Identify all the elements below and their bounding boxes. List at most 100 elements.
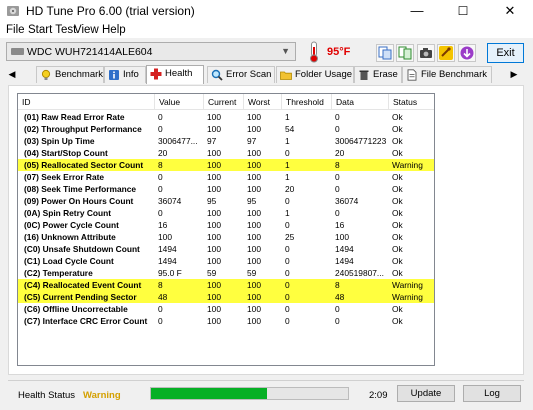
cell-worst: 100	[247, 316, 261, 326]
table-row[interactable]: (03) Spin Up Time 3006477... 97 97 1 30064771…	[18, 135, 434, 147]
save-button[interactable]	[396, 44, 414, 62]
cell-data: 1494	[335, 244, 354, 254]
menu-start-test[interactable]: Start Test	[28, 22, 76, 38]
copy-icon	[378, 46, 392, 60]
cell-worst: 100	[247, 172, 261, 182]
update-button[interactable]: Update	[397, 385, 455, 402]
cell-current: 100	[207, 316, 221, 326]
download-button[interactable]	[458, 44, 476, 62]
chevron-down-icon: ▼	[281, 46, 290, 56]
menu-view[interactable]: View	[74, 22, 99, 38]
magnifier-icon	[211, 69, 223, 81]
cell-status: Ok	[392, 184, 403, 194]
cell-value: 1494	[158, 256, 177, 266]
cell-worst: 100	[247, 232, 261, 242]
cell-worst: 95	[247, 196, 257, 206]
cell-worst: 100	[247, 280, 261, 290]
tab-benchmark[interactable]: Benchmark	[36, 66, 104, 83]
exit-button[interactable]: Exit	[487, 43, 524, 63]
cell-threshold: 0	[285, 220, 290, 230]
cell-worst: 100	[247, 160, 261, 170]
cell-id: (C4) Reallocated Event Count	[24, 280, 142, 290]
cell-current: 100	[207, 220, 221, 230]
maximize-button[interactable]: ☐	[440, 0, 486, 22]
copy-button[interactable]	[376, 44, 394, 62]
table-row[interactable]: (C4) Reallocated Event Count 8 100 100 0 8 War…	[18, 279, 434, 291]
table-row[interactable]: (04) Start/Stop Count 20 100 100 0 20 Ok	[18, 147, 434, 159]
column-header-id[interactable]: ID	[18, 94, 155, 109]
table-row[interactable]: (08) Seek Time Performance 0 100 100 20 0 Ok	[18, 183, 434, 195]
cell-worst: 100	[247, 112, 261, 122]
column-header-status[interactable]: Status	[389, 94, 434, 109]
table-row[interactable]: (C0) Unsafe Shutdown Count 1494 100 100 0 149…	[18, 243, 434, 255]
table-row[interactable]: (05) Reallocated Sector Count 8 100 100 1 8 Wa…	[18, 159, 434, 171]
smart-attributes-table[interactable]: ID Value Current Worst Threshold Data St…	[17, 93, 435, 366]
cell-status: Ok	[392, 112, 403, 122]
cell-value: 0	[158, 184, 163, 194]
cell-value: 48	[158, 292, 168, 302]
column-header-value[interactable]: Value	[155, 94, 204, 109]
info-icon	[109, 70, 119, 80]
cell-value: 0	[158, 304, 163, 314]
table-row[interactable]: (C1) Load Cycle Count 1494 100 100 0 1494 Ok	[18, 255, 434, 267]
cell-status: Ok	[392, 244, 403, 254]
camera-icon	[420, 48, 432, 58]
drive-select[interactable]: WDC WUH721414ALE604 ▼	[6, 42, 296, 61]
table-row[interactable]: (02) Throughput Performance 0 100 100 54 0 Ok	[18, 123, 434, 135]
tab-folder-usage[interactable]: Folder Usage	[276, 66, 354, 83]
column-header-data[interactable]: Data	[332, 94, 389, 109]
cell-value: 1494	[158, 244, 177, 254]
window-title: HD Tune Pro 6.00 (trial version)	[26, 4, 195, 18]
cell-threshold: 0	[285, 256, 290, 266]
cell-worst: 100	[247, 208, 261, 218]
options-button[interactable]	[437, 44, 455, 62]
table-header: ID Value Current Worst Threshold Data St…	[18, 94, 434, 110]
menu-bar: File Start Test View Help	[0, 22, 533, 38]
column-header-current[interactable]: Current	[204, 94, 244, 109]
cell-threshold: 0	[285, 268, 290, 278]
cell-data: 8	[335, 160, 340, 170]
table-row[interactable]: (C6) Offline Uncorrectable 0 100 100 0 0 Ok	[18, 303, 434, 315]
cell-threshold: 0	[285, 304, 290, 314]
screenshot-button[interactable]	[417, 44, 435, 62]
health-status-label: Health Status	[18, 390, 76, 401]
tab-error-scan[interactable]: Error Scan	[207, 66, 275, 83]
tab-scroll-left-icon[interactable]: ◀	[6, 66, 18, 83]
cell-id: (C0) Unsafe Shutdown Count	[24, 244, 140, 254]
column-header-threshold[interactable]: Threshold	[282, 94, 332, 109]
tab-erase[interactable]: Erase	[354, 66, 402, 83]
cell-id: (09) Power On Hours Count	[24, 196, 134, 206]
cell-data: 30064771223	[335, 136, 387, 146]
cell-value: 0	[158, 316, 163, 326]
close-button[interactable]: ✕	[487, 0, 533, 22]
table-row[interactable]: (07) Seek Error Rate 0 100 100 1 0 Ok	[18, 171, 434, 183]
tab-scroll-right-icon[interactable]: ▶	[508, 66, 520, 83]
log-button[interactable]: Log	[463, 385, 521, 402]
table-row[interactable]: (C2) Temperature 95.0 F 59 59 0 240519807... O…	[18, 267, 434, 279]
column-header-worst[interactable]: Worst	[244, 94, 282, 109]
table-row[interactable]: (09) Power On Hours Count 36074 95 95 0 36074…	[18, 195, 434, 207]
minimize-button[interactable]: —	[394, 0, 440, 22]
cell-current: 100	[207, 280, 221, 290]
cell-data: 16	[335, 220, 345, 230]
table-row[interactable]: (C5) Current Pending Sector 48 100 100 0 48 Wa…	[18, 291, 434, 303]
cell-threshold: 25	[285, 232, 295, 242]
tab-health[interactable]: Health	[146, 65, 204, 84]
cell-value: 20	[158, 148, 168, 158]
cell-status: Ok	[392, 136, 403, 146]
cell-worst: 100	[247, 220, 261, 230]
table-row[interactable]: (0A) Spin Retry Count 0 100 100 1 0 Ok	[18, 207, 434, 219]
table-row[interactable]: (0C) Power Cycle Count 16 100 100 0 16 Ok	[18, 219, 434, 231]
cell-id: (01) Raw Read Error Rate	[24, 112, 125, 122]
menu-file[interactable]: File	[6, 22, 25, 38]
table-row[interactable]: (16) Unknown Attribute 100 100 100 25 100 Ok	[18, 231, 434, 243]
tab-info[interactable]: Info	[104, 66, 146, 83]
tab-file-benchmark[interactable]: File Benchmark	[402, 66, 492, 83]
table-row[interactable]: (C7) Interface CRC Error Count 0 100 100 0 0 O…	[18, 315, 434, 327]
cell-data: 8	[335, 280, 340, 290]
temperature-readout: 95°F	[327, 46, 351, 58]
table-row[interactable]: (01) Raw Read Error Rate 0 100 100 1 0 Ok	[18, 111, 434, 123]
cell-value: 0	[158, 172, 163, 182]
cell-value: 36074	[158, 196, 182, 206]
menu-help[interactable]: Help	[102, 22, 126, 38]
